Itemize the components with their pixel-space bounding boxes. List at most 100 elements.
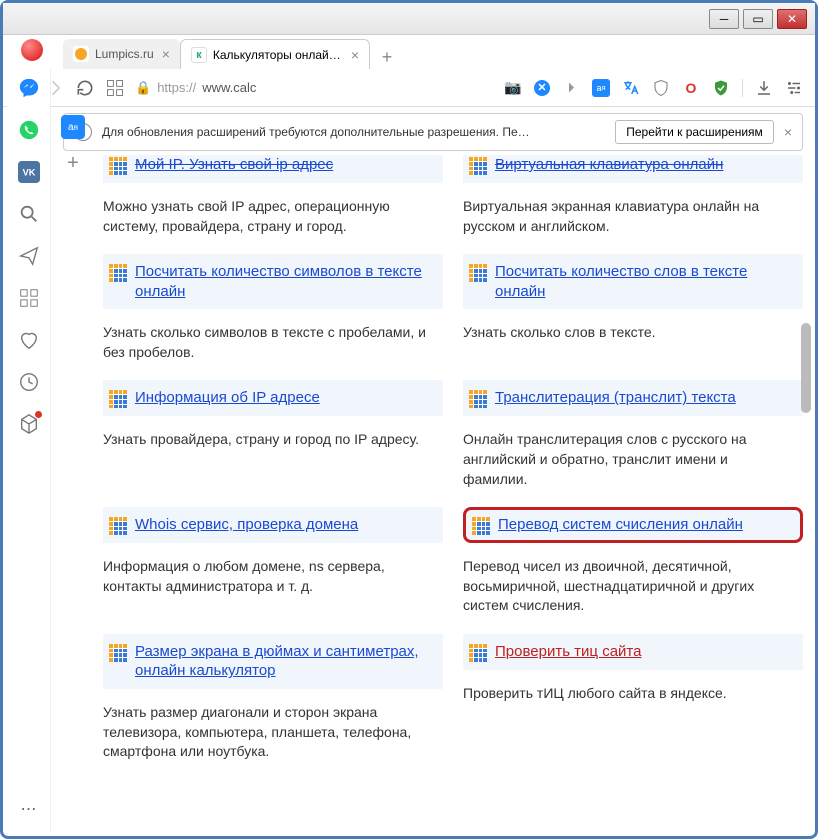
separator xyxy=(742,79,743,97)
heart-icon[interactable] xyxy=(18,329,40,351)
card-header: Посчитать количество слов в тексте онлай… xyxy=(463,254,803,309)
card-header: Виртуальная клавиатура онлайн xyxy=(463,155,803,183)
browser-sidebar: VK ⋯ xyxy=(7,69,51,832)
scrollbar-thumb[interactable] xyxy=(801,323,811,413)
translate-icon[interactable] xyxy=(622,79,640,97)
card-header: Whois сервис, проверка домена xyxy=(103,507,443,543)
notification-text: Для обновления расширений требуются допо… xyxy=(102,125,605,139)
card-title-link[interactable]: Размер экрана в дюймах и сантиметрах, он… xyxy=(135,642,437,681)
go-to-extensions-button[interactable]: Перейти к расширениям xyxy=(615,120,774,144)
address-host: www.calc xyxy=(202,80,256,95)
translate-ext-icon[interactable]: aя xyxy=(592,79,610,97)
card-title-link[interactable]: Информация об IP адресе xyxy=(135,388,320,408)
more-icon[interactable]: ⋯ xyxy=(18,798,40,820)
tab-sidebar: aя + xyxy=(55,115,91,175)
history-icon[interactable] xyxy=(18,371,40,393)
search-icon[interactable] xyxy=(18,203,40,225)
page-content: Мой IP. Узнать свой ip адрес Можно узнать… xyxy=(103,155,803,832)
step-icon[interactable]: ⏵ xyxy=(562,79,580,97)
tab-close-icon[interactable]: × xyxy=(162,46,170,62)
favicon-icon xyxy=(73,46,89,62)
tab-title: Калькуляторы онлайн, спр xyxy=(213,48,343,62)
address-bar[interactable]: 🔒 https:// www.calc xyxy=(135,80,256,96)
window-minimize-button[interactable]: ─ xyxy=(709,9,739,29)
tab-title: Lumpics.ru xyxy=(95,47,154,61)
send-icon[interactable] xyxy=(18,245,40,267)
tool-card: Транслитерация (транслит) текста Онлайн т… xyxy=(463,380,803,497)
card-description: Виртуальная экранная клавиатура онлайн н… xyxy=(463,197,803,236)
card-description: Проверить тИЦ любого сайта в яндексе. xyxy=(463,684,803,704)
tab-calc[interactable]: к Калькуляторы онлайн, спр × xyxy=(180,39,370,69)
grid-icon xyxy=(469,644,487,662)
address-protocol: https:// xyxy=(157,80,196,95)
browser-toolbar: 🔒 https:// www.calc 📷 ✕ ⏵ aя O xyxy=(3,69,815,107)
card-description: Узнать провайдера, страну и город по IP … xyxy=(103,430,443,450)
grid-icon xyxy=(109,390,127,408)
card-description: Онлайн транслитерация слов с русского на… xyxy=(463,430,803,489)
window-maximize-button[interactable]: ▭ xyxy=(743,9,773,29)
card-title-link[interactable]: Виртуальная клавиатура онлайн xyxy=(495,155,723,175)
extension-notification-bar: i Для обновления расширений требуются до… xyxy=(63,113,803,151)
window-close-button[interactable]: ✕ xyxy=(777,9,807,29)
screenshot-icon[interactable]: 📷 xyxy=(504,79,522,97)
speed-dial-icon[interactable] xyxy=(18,287,40,309)
tool-card: Перевод систем счисления онлайн Перевод ч… xyxy=(463,507,803,624)
tab-lumpics[interactable]: Lumpics.ru × xyxy=(63,39,180,69)
grid-icon xyxy=(109,264,127,282)
tab-strip: Lumpics.ru × к Калькуляторы онлайн, спр … xyxy=(3,35,815,69)
shield-outline-icon[interactable] xyxy=(652,79,670,97)
card-description: Можно узнать свой IP адрес, операционную… xyxy=(103,197,443,236)
card-description: Перевод чисел из двоичной, десятичной, в… xyxy=(463,557,803,616)
card-header: Размер экрана в дюймах и сантиметрах, он… xyxy=(103,634,443,689)
card-title-link[interactable]: Перевод систем счисления онлайн xyxy=(498,515,743,535)
extension-x-icon[interactable]: ✕ xyxy=(534,80,550,96)
nav-reload-button[interactable] xyxy=(75,78,95,98)
card-title-link[interactable]: Whois сервис, проверка домена xyxy=(135,515,358,535)
tab-close-icon[interactable]: × xyxy=(351,47,359,63)
tool-card: Проверить тиц сайта Проверить тИЦ любого … xyxy=(463,634,803,770)
tool-card: Мой IP. Узнать свой ip адрес Можно узнать… xyxy=(103,155,443,244)
card-header: Посчитать количество символов в тексте о… xyxy=(103,254,443,309)
card-description: Узнать сколько символов в тексте с пробе… xyxy=(103,323,443,362)
favicon-icon: к xyxy=(191,47,207,63)
easy-setup-icon[interactable] xyxy=(785,79,803,97)
extensions-icon[interactable] xyxy=(18,413,40,435)
add-button[interactable]: + xyxy=(61,151,85,175)
window-titlebar: ─ ▭ ✕ xyxy=(3,3,815,35)
card-description: Узнать размер диагонали и сторон экрана … xyxy=(103,703,443,762)
grid-icon xyxy=(469,390,487,408)
tool-card: Посчитать количество слов в тексте онлай… xyxy=(463,254,803,370)
card-title-link[interactable]: Посчитать количество слов в тексте онлай… xyxy=(495,262,797,301)
translate-badge-icon[interactable]: aя xyxy=(61,115,85,139)
grid-icon xyxy=(469,264,487,282)
opera-logo-icon[interactable] xyxy=(21,39,43,61)
svg-text:VK: VK xyxy=(22,168,35,178)
card-title-link[interactable]: Транслитерация (транслит) текста xyxy=(495,388,736,408)
card-title-link[interactable]: Проверить тиц сайта xyxy=(495,642,641,662)
card-header: Перевод систем счисления онлайн xyxy=(463,507,803,543)
grid-icon xyxy=(109,157,127,175)
card-header: Транслитерация (транслит) текста xyxy=(463,380,803,416)
card-description: Информация о любом домене, ns сервера, к… xyxy=(103,557,443,596)
grid-icon xyxy=(472,517,490,535)
tool-card: Размер экрана в дюймах и сантиметрах, он… xyxy=(103,634,443,770)
card-header: Проверить тиц сайта xyxy=(463,634,803,670)
shield-green-icon[interactable] xyxy=(712,79,730,97)
adblock-icon[interactable]: O xyxy=(682,79,700,97)
grid-icon xyxy=(109,517,127,535)
messenger-icon[interactable] xyxy=(18,77,40,99)
grid-icon xyxy=(109,644,127,662)
card-title-link[interactable]: Мой IP. Узнать свой ip адрес xyxy=(135,155,333,175)
whatsapp-icon[interactable] xyxy=(18,119,40,141)
lock-icon: 🔒 xyxy=(135,80,151,96)
vk-icon[interactable]: VK xyxy=(18,161,40,183)
download-icon[interactable] xyxy=(755,79,773,97)
tool-card: Посчитать количество символов в тексте о… xyxy=(103,254,443,370)
speed-dial-button[interactable] xyxy=(105,78,125,98)
new-tab-button[interactable]: + xyxy=(374,45,400,69)
card-description: Узнать сколько слов в тексте. xyxy=(463,323,803,343)
tool-card: Информация об IP адресе Узнать провайдера… xyxy=(103,380,443,497)
card-title-link[interactable]: Посчитать количество символов в тексте о… xyxy=(135,262,437,301)
notification-close-icon[interactable]: × xyxy=(784,124,792,140)
toolbar-extensions: 📷 ✕ ⏵ aя O xyxy=(504,79,803,97)
